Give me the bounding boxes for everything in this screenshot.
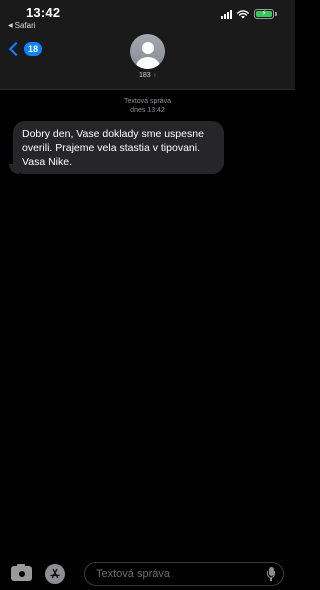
chevron-left-icon (8, 41, 24, 57)
composer-bar: Textová správa (0, 556, 295, 590)
unread-badge: 18 (24, 42, 43, 56)
back-to-app-link[interactable]: ◀ Safari (8, 21, 36, 30)
message-text: Dobry den, Vase doklady sme uspesne over… (22, 128, 204, 168)
camera-icon[interactable] (11, 564, 32, 581)
contact-avatar[interactable] (130, 34, 165, 69)
messages-screen: 13:42 ◀ Safari ⚡ 18 183 › Textová správa… (0, 0, 295, 590)
message-input-placeholder: Textová správa (96, 568, 170, 580)
message-timestamp: Textová správa dnes 13:42 (0, 97, 295, 115)
contact-name-label: 183 (139, 72, 151, 79)
person-icon (141, 42, 154, 54)
chevron-right-icon: › (153, 72, 156, 79)
conversation-header: 13:42 ◀ Safari ⚡ 18 183 › (0, 0, 295, 90)
timestamp-label: Textová správa (123, 98, 172, 105)
back-button[interactable]: 18 (8, 41, 43, 57)
timestamp-time: dnes 13:42 (130, 107, 165, 114)
app-store-icon[interactable] (45, 564, 65, 584)
message-input[interactable]: Textová správa (84, 562, 284, 586)
back-app-label: Safari (14, 21, 36, 30)
contact-name[interactable]: 183 › (0, 72, 295, 79)
incoming-message-bubble[interactable]: Dobry den, Vase doklady sme uspesne over… (13, 121, 224, 174)
battery-charging-icon: ⚡ (254, 9, 274, 19)
status-icons: ⚡ (221, 9, 277, 19)
wifi-icon (237, 9, 249, 19)
cellular-signal-icon (221, 9, 232, 19)
status-time: 13:42 (26, 5, 61, 20)
back-triangle-icon: ◀ (8, 23, 13, 29)
microphone-icon[interactable] (267, 567, 275, 581)
charging-bolt-icon: ⚡ (261, 8, 267, 18)
